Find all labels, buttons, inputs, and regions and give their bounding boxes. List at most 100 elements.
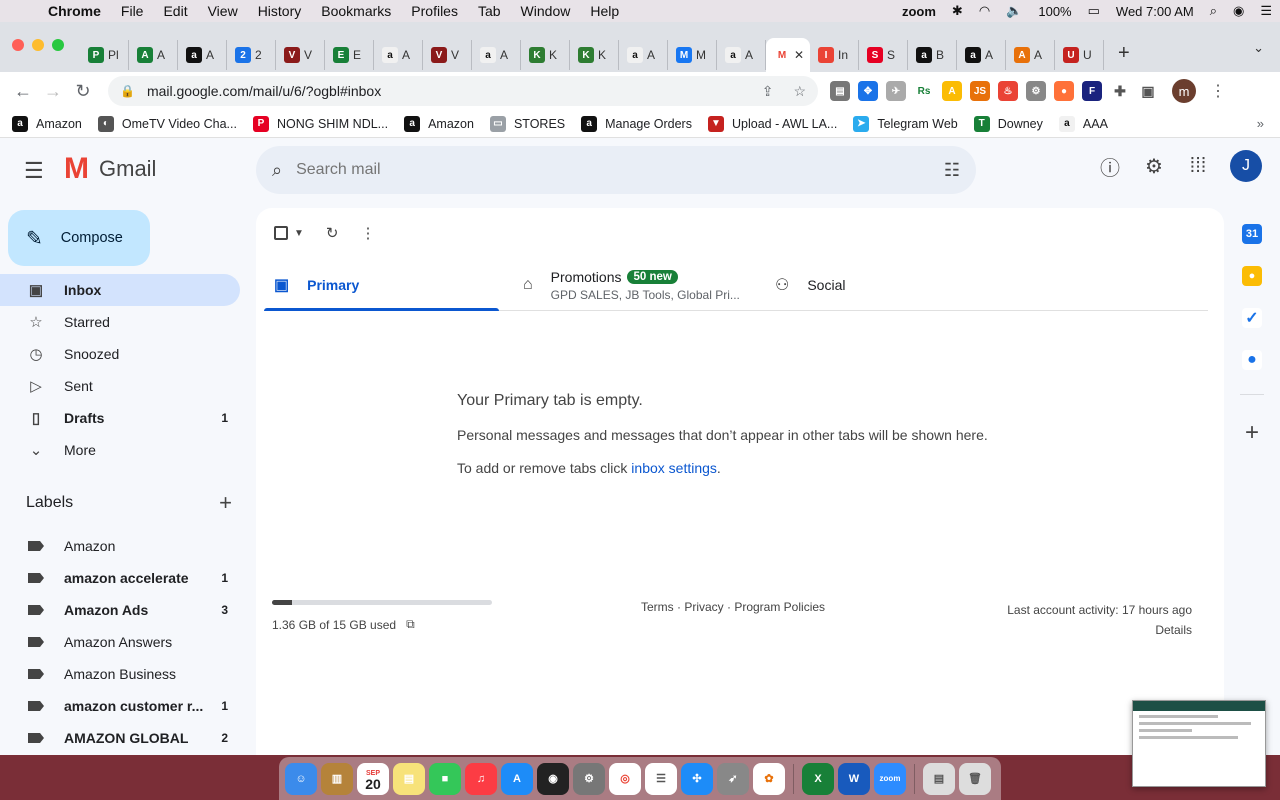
url-text[interactable]: mail.google.com/mail/u/6/?ogbl#inbox: [147, 83, 381, 99]
browser-tab[interactable]: SS: [859, 40, 908, 70]
caret-down-icon[interactable]: ▼: [294, 228, 304, 239]
launchpad-icon[interactable]: ➶: [717, 762, 749, 795]
calendar-icon[interactable]: 31: [1242, 224, 1262, 244]
extension-rs-icon[interactable]: Rs: [914, 81, 934, 101]
battery-percent[interactable]: 100%: [1030, 4, 1079, 19]
clock[interactable]: Wed 7:00 AM: [1108, 4, 1202, 19]
extension-blue-icon[interactable]: ✥: [858, 81, 878, 101]
app-store-icon[interactable]: A: [501, 762, 533, 795]
sidebar-item-sent[interactable]: ▷ Sent: [0, 370, 240, 402]
close-window-button[interactable]: [12, 39, 24, 51]
label-item[interactable]: Amazon Ads 3: [0, 594, 240, 626]
tab-promotions[interactable]: ⌂ Promotions 50 new GPD SALES, JB Tools,…: [499, 260, 751, 310]
browser-tab[interactable]: 22: [227, 40, 276, 70]
sidebar-item-drafts[interactable]: ▯ Drafts 1: [0, 402, 240, 434]
more-options-icon[interactable]: ⋮: [360, 224, 375, 242]
volume-icon[interactable]: 🔈: [998, 3, 1030, 19]
account-avatar[interactable]: J: [1230, 150, 1262, 182]
menu-file[interactable]: File: [111, 0, 154, 22]
battery-icon[interactable]: ▭: [1080, 3, 1108, 19]
keep-icon[interactable]: ●: [1242, 266, 1262, 286]
screenshot-thumbnail[interactable]: [1132, 700, 1266, 787]
label-item[interactable]: amazon accelerate 1: [0, 562, 240, 594]
spotlight-icon[interactable]: ⌕: [1202, 3, 1225, 19]
tab-search-icon[interactable]: ⌄: [1253, 40, 1264, 56]
reload-icon[interactable]: ↻: [68, 81, 98, 102]
control-center-icon[interactable]: ☰: [1252, 3, 1280, 19]
address-bar[interactable]: 🔒 mail.google.com/mail/u/6/?ogbl#inbox ⇪…: [108, 76, 818, 106]
browser-tab[interactable]: aA: [717, 40, 766, 70]
close-tab-icon[interactable]: ✕: [794, 48, 804, 62]
chrome-icon[interactable]: ◎: [609, 762, 641, 795]
help-icon[interactable]: ⓘ: [1098, 152, 1122, 181]
zoom-status[interactable]: zoom: [894, 4, 944, 19]
menu-view[interactable]: View: [198, 0, 248, 22]
browser-tab[interactable]: aA: [178, 40, 227, 70]
trash-icon[interactable]: 🗑: [959, 762, 991, 795]
label-item[interactable]: Amazon Answers: [0, 626, 240, 658]
settings-gear-icon[interactable]: ⚙: [1142, 154, 1166, 179]
tab-primary[interactable]: ▣ Primary: [264, 260, 499, 311]
menu-window[interactable]: Window: [511, 0, 581, 22]
browser-tab[interactable]: aA: [619, 40, 668, 70]
apps-grid-icon[interactable]: ⁞⁞⁞: [1186, 155, 1210, 178]
music-icon[interactable]: ♫: [465, 762, 497, 795]
bookmark-item[interactable]: ◐ OmeTV Video Cha...: [97, 115, 237, 132]
share-icon[interactable]: ⇪: [762, 83, 774, 100]
sidebar-item-snoozed[interactable]: ◷ Snoozed: [0, 338, 240, 370]
main-menu-icon[interactable]: ☰: [24, 158, 44, 184]
browser-tab[interactable]: VV: [423, 40, 472, 70]
bookmark-item[interactable]: T Downey: [973, 115, 1043, 132]
add-label-icon[interactable]: +: [219, 490, 232, 516]
browser-tab[interactable]: P Pl: [80, 40, 129, 70]
storage-usage[interactable]: 1.36 GB of 15 GB used: [272, 618, 396, 632]
bookmark-item[interactable]: a Amazon: [12, 115, 82, 132]
browser-tab[interactable]: UU: [1055, 40, 1104, 70]
browser-tab[interactable]: KK: [570, 40, 619, 70]
search-input[interactable]: [296, 161, 944, 179]
extension-plane-icon[interactable]: ✈: [886, 81, 906, 101]
policy-links[interactable]: Terms · Privacy · Program Policies: [641, 600, 825, 614]
menu-history[interactable]: History: [248, 0, 312, 22]
menu-help[interactable]: Help: [580, 0, 629, 22]
inbox-settings-link[interactable]: inbox settings: [631, 460, 717, 476]
bookmark-item[interactable]: P NONG SHIM NDL...: [252, 115, 388, 132]
system-preferences-icon[interactable]: ⚙: [573, 762, 605, 795]
tab-gmail-active[interactable]: M ✕: [766, 38, 810, 72]
get-addons-icon[interactable]: +: [1245, 419, 1259, 447]
extension-scout-icon[interactable]: A: [942, 81, 962, 101]
menu-tab[interactable]: Tab: [468, 0, 511, 22]
bookmark-item[interactable]: a Amazon: [404, 115, 474, 132]
tasks-icon[interactable]: ✓: [1242, 308, 1262, 328]
search-icon[interactable]: ⌕: [272, 160, 282, 181]
bookmark-star-icon[interactable]: ☆: [793, 83, 806, 100]
bluetooth-icon[interactable]: ✱: [944, 3, 971, 19]
zoom-app-icon[interactable]: zoom: [874, 762, 906, 795]
bookmark-item[interactable]: ➤ Telegram Web: [853, 115, 958, 132]
extension-fire-icon[interactable]: ♨: [998, 81, 1018, 101]
bookmark-item[interactable]: a Manage Orders: [581, 115, 692, 132]
browser-tab[interactable]: I In: [810, 40, 859, 70]
downloads-stack-icon[interactable]: ▤: [923, 762, 955, 795]
contacts-icon[interactable]: ●: [1242, 350, 1262, 370]
browser-tab[interactable]: AA: [1006, 40, 1055, 70]
photos-icon[interactable]: ✿: [753, 762, 785, 795]
forward-icon[interactable]: →: [38, 81, 68, 102]
gmail-logo[interactable]: M Gmail: [64, 152, 156, 186]
label-item[interactable]: Amazon Business: [0, 658, 240, 690]
browser-menu-icon[interactable]: ⋮: [1210, 81, 1226, 101]
browser-tab[interactable]: KK: [521, 40, 570, 70]
label-item[interactable]: amazon customer r... 1: [0, 690, 240, 722]
new-tab-button[interactable]: +: [1118, 38, 1130, 72]
compose-button[interactable]: ✎ Compose: [8, 210, 150, 266]
lock-icon[interactable]: 🔒: [120, 84, 135, 98]
bookmark-item[interactable]: a AAA: [1058, 115, 1108, 132]
sidebar-item-inbox[interactable]: ▣ Inbox: [0, 274, 240, 306]
browser-tab[interactable]: EE: [325, 40, 374, 70]
siri-app-icon[interactable]: ◉: [537, 762, 569, 795]
browser-tab[interactable]: aB: [908, 40, 957, 70]
label-item[interactable]: AMAZON GLOBAL 2: [0, 722, 240, 754]
back-icon[interactable]: ←: [8, 81, 38, 102]
details-link[interactable]: Details: [1007, 620, 1192, 640]
extension-tool-icon[interactable]: ⚙: [1026, 81, 1046, 101]
